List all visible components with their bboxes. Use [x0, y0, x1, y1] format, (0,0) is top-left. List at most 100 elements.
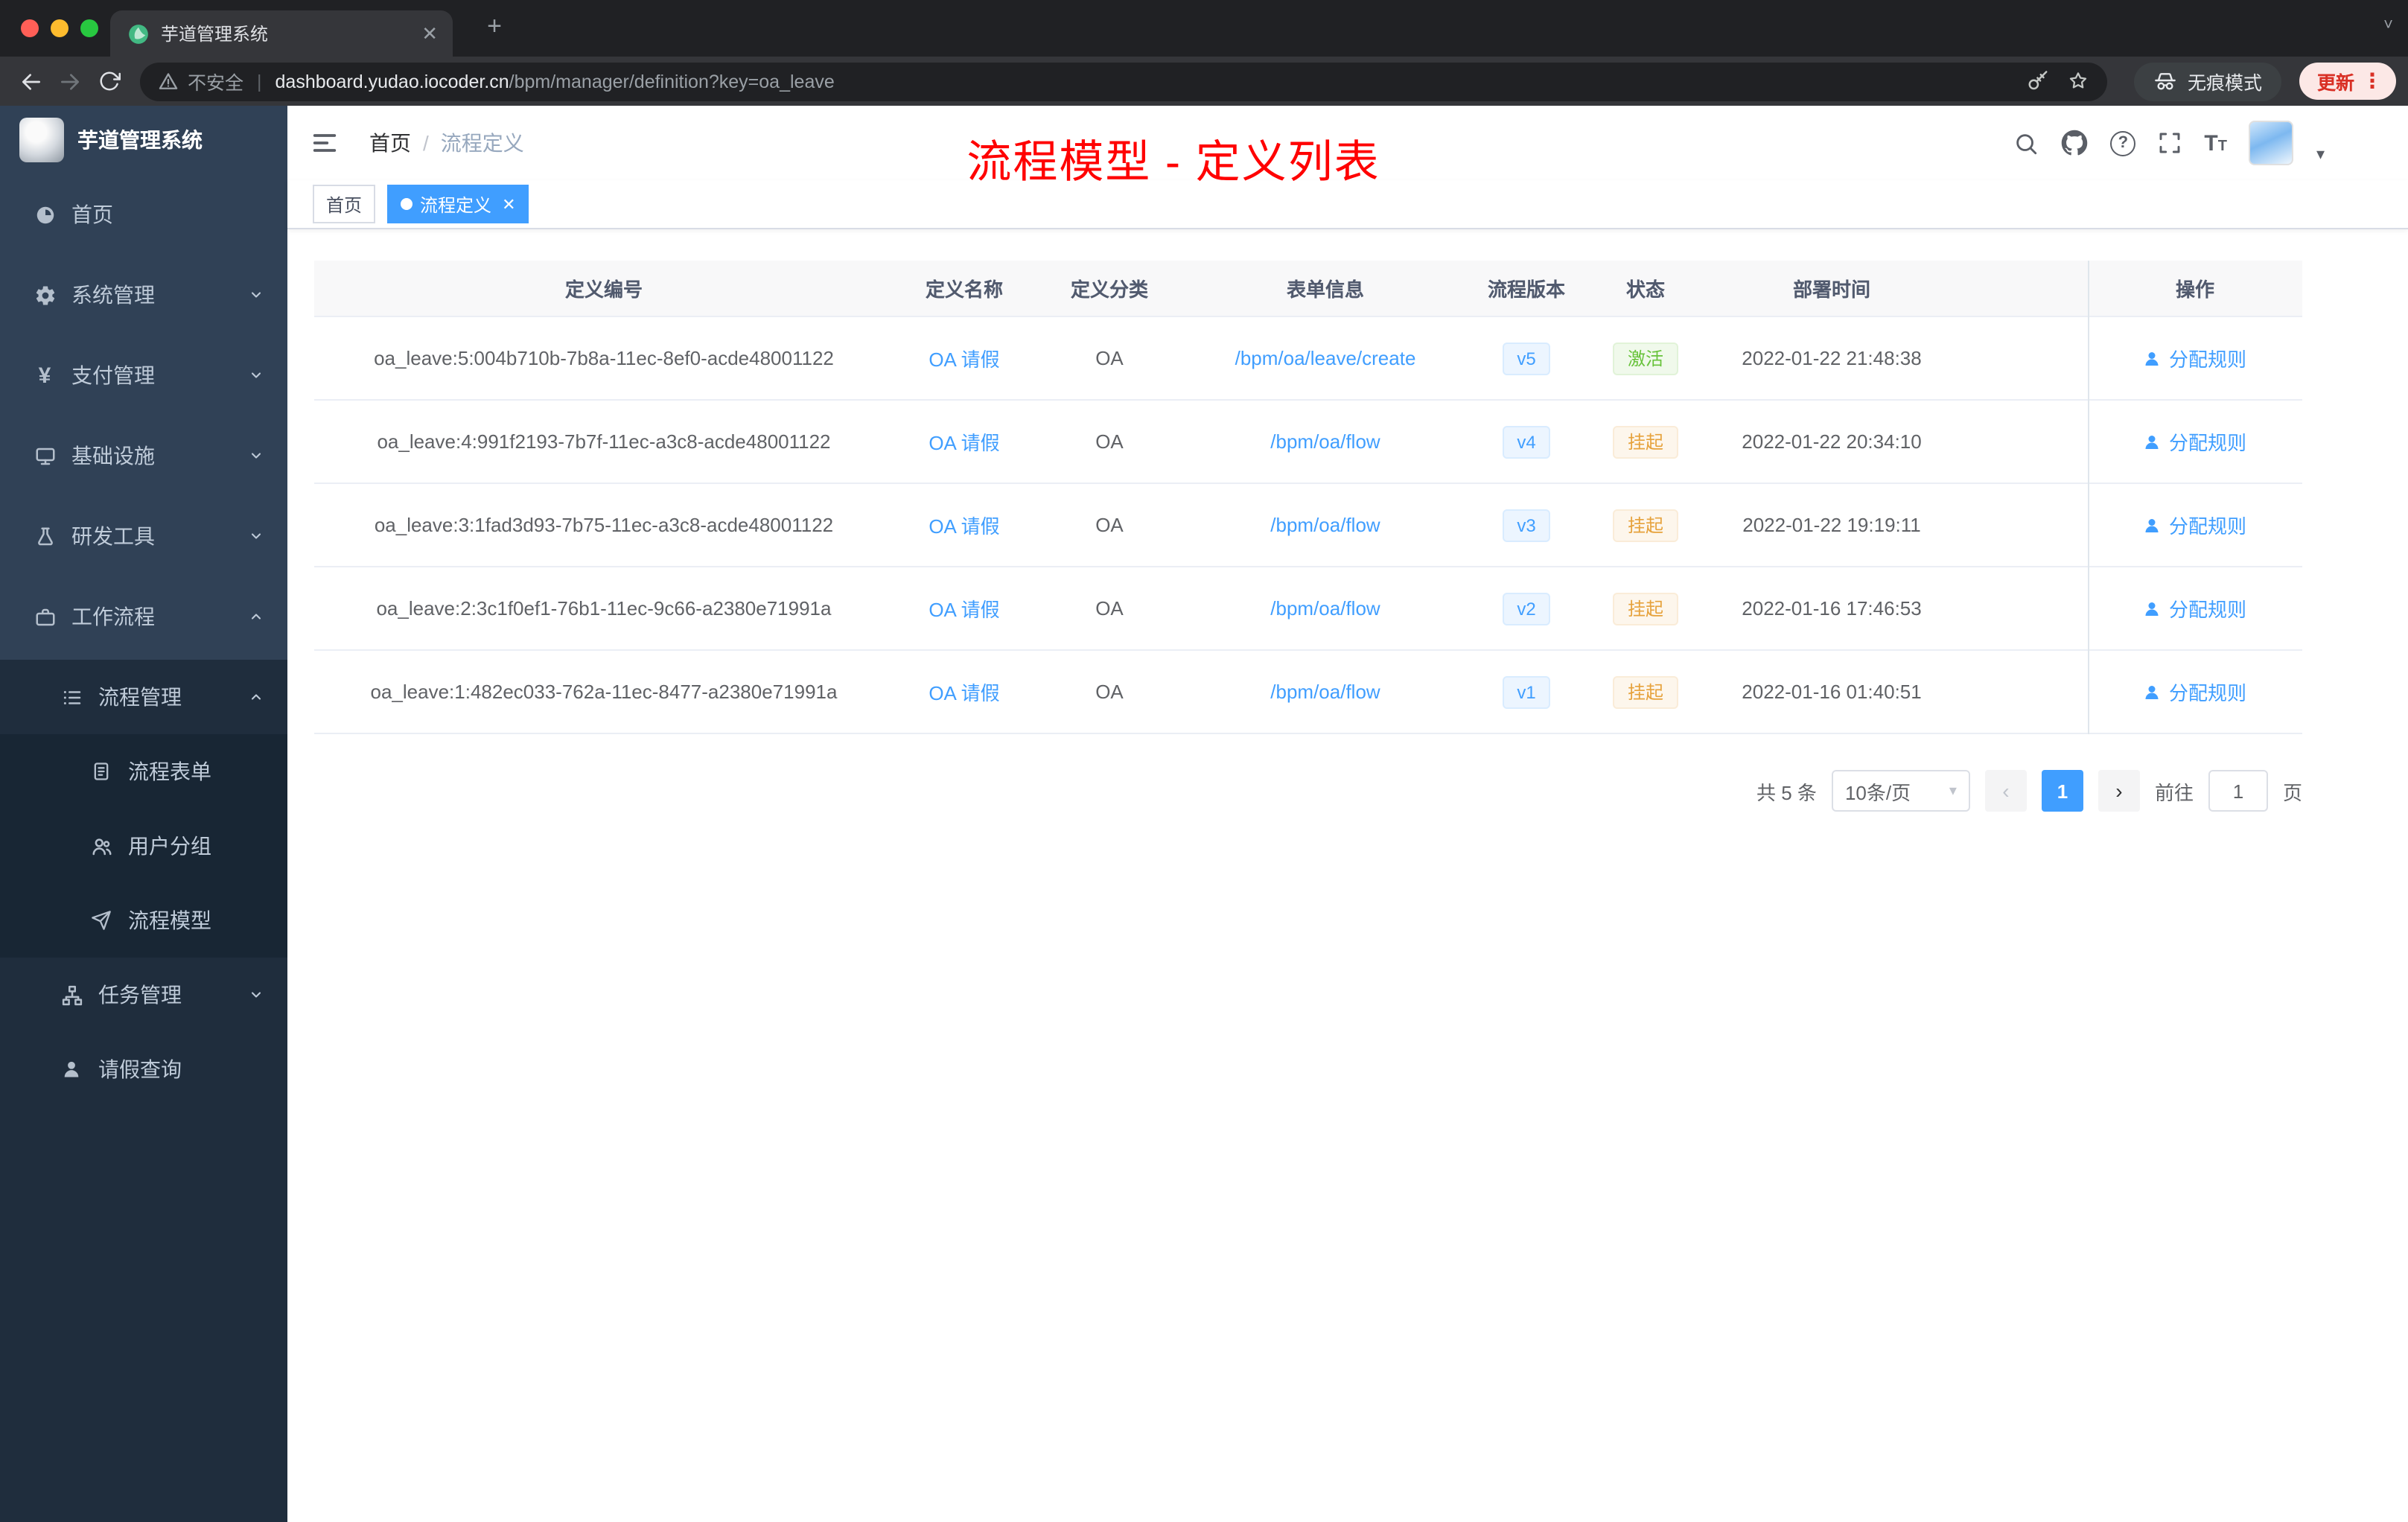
back-button[interactable] [12, 62, 51, 101]
avatar-caret-down-icon[interactable]: ▾ [2316, 144, 2325, 163]
assign-rule-label: 分配规则 [2168, 682, 2246, 704]
assign-rule-button[interactable]: 分配规则 [2144, 427, 2246, 456]
form-link[interactable]: /bpm/oa/flow [1270, 681, 1380, 703]
definition-name-link[interactable]: OA 请假 [929, 427, 999, 456]
tag-label: 流程定义 [420, 194, 492, 215]
cell-deploy-time: 2022-01-22 20:34:10 [1742, 430, 1922, 453]
browser-tab[interactable]: 芋道管理系统 ✕ [110, 10, 453, 57]
form-link[interactable]: /bpm/oa/flow [1270, 597, 1380, 620]
sidebar-item-user-group[interactable]: 用户分组 [0, 809, 287, 883]
security-chip-label[interactable]: 不安全 [188, 67, 243, 95]
status-badge: 挂起 [1612, 675, 1678, 708]
sidebar-item-leave-query[interactable]: 请假查询 [0, 1032, 287, 1107]
tab-title: 芋道管理系统 [161, 24, 269, 45]
user-avatar[interactable] [2249, 121, 2294, 165]
form-link[interactable]: /bpm/oa/flow [1270, 514, 1380, 536]
sidebar-item-payment[interactable]: ¥ 支付管理 [0, 335, 287, 415]
briefcase-icon [33, 605, 57, 628]
tag-home[interactable]: 首页 [313, 185, 376, 223]
sidebar-item-process-form[interactable]: 流程表单 [0, 734, 287, 809]
omnibox-separator: | [257, 71, 262, 92]
version-badge: v4 [1502, 425, 1551, 458]
font-size-icon[interactable]: TT [2204, 132, 2227, 154]
page-number-button[interactable]: 1 [2041, 770, 2083, 812]
fullscreen-icon[interactable] [2158, 131, 2182, 155]
tab-search-caret-icon[interactable]: ˅ [2383, 16, 2393, 34]
next-page-button[interactable]: › [2098, 770, 2140, 812]
definition-name-link[interactable]: OA 请假 [929, 511, 999, 539]
help-icon[interactable]: ? [2110, 130, 2136, 156]
chevron-up-icon [249, 609, 264, 624]
tag-close-icon[interactable]: ✕ [502, 194, 515, 214]
cell-spacer [1958, 567, 2088, 649]
assign-rule-button[interactable]: 分配规则 [2144, 511, 2246, 539]
assign-rule-label: 分配规则 [2168, 432, 2246, 454]
bookmark-star-icon[interactable] [2067, 70, 2089, 92]
cell-spacer [1958, 651, 2088, 733]
page-size-select[interactable]: 10条/页 ▾ [1831, 770, 1970, 812]
assign-rule-button[interactable]: 分配规则 [2144, 594, 2246, 623]
github-icon[interactable] [2061, 130, 2088, 156]
reload-button[interactable] [89, 62, 128, 101]
form-link[interactable]: /bpm/oa/leave/create [1235, 347, 1416, 369]
version-badge: v3 [1502, 509, 1551, 541]
definition-name-link[interactable]: OA 请假 [929, 678, 999, 706]
column-header: 定义名称 [925, 278, 1003, 301]
url-path: /bpm/manager/definition?key=oa_leave [509, 71, 835, 92]
person-icon [2146, 351, 2159, 365]
tab-close-icon[interactable]: ✕ [421, 22, 438, 45]
new-tab-button[interactable]: + [477, 12, 512, 42]
password-key-icon[interactable] [2027, 70, 2049, 92]
active-tag-dot [401, 198, 413, 210]
assign-rule-button[interactable]: 分配规则 [2144, 678, 2246, 706]
sidebar-item-devtools[interactable]: 研发工具 [0, 496, 287, 576]
sidebar-item-task-management[interactable]: 任务管理 [0, 958, 287, 1032]
sidebar-item-home[interactable]: 首页 [0, 174, 287, 255]
sidebar-item-system[interactable]: 系统管理 [0, 255, 287, 335]
close-window-button[interactable] [21, 19, 39, 37]
sidebar-item-process-model[interactable]: 流程模型 [0, 883, 287, 958]
minimize-window-button[interactable] [51, 19, 69, 37]
status-badge: 挂起 [1612, 592, 1678, 625]
definition-name-link[interactable]: OA 请假 [929, 594, 999, 623]
main-area: 首页 / 流程定义 流程模型 - 定义列表 ? TT ▾ 首页 流程定义 ✕ 定… [287, 106, 2408, 1522]
prev-page-button[interactable]: ‹ [1984, 770, 2027, 812]
form-link[interactable]: /bpm/oa/flow [1270, 430, 1380, 453]
sidebar-logo[interactable]: 芋道管理系统 [0, 106, 287, 174]
security-warning-icon[interactable] [158, 71, 179, 92]
sidebar-item-workflow[interactable]: 工作流程 [0, 576, 287, 657]
tag-process-definition[interactable]: 流程定义 ✕ [387, 185, 529, 223]
dashboard-icon [33, 203, 57, 226]
definition-name-link[interactable]: OA 请假 [929, 344, 999, 372]
table-header-row: 定义编号 定义名称 定义分类 表单信息 流程版本 状态 部署时间 操作 [314, 261, 2302, 317]
logo-avatar [19, 118, 64, 162]
hamburger-icon[interactable] [310, 127, 343, 159]
app-root: 芋道管理系统 首页 系统管理 ¥ 支付管理 基础设施 研发工具 工作流程 流程管… [0, 106, 2408, 1522]
monitor-icon [33, 444, 57, 468]
cell-deploy-time: 2022-01-22 21:48:38 [1742, 347, 1922, 369]
chevron-down-icon [249, 368, 264, 383]
sidebar-item-process-management[interactable]: 流程管理 [0, 660, 287, 734]
zoom-window-button[interactable] [80, 19, 98, 37]
person-icon [2146, 602, 2159, 615]
forward-button[interactable] [51, 62, 89, 101]
logo-title: 芋道管理系统 [77, 128, 203, 152]
address-bar[interactable]: 不安全 | dashboard.yudao.iocoder.cn/bpm/man… [140, 62, 2107, 101]
cell-category: OA [1095, 347, 1124, 369]
browser-update-button[interactable]: 更新 ⋮ [2299, 63, 2396, 100]
cell-spacer [1958, 484, 2088, 566]
search-icon[interactable] [2013, 130, 2039, 156]
incognito-icon [2155, 72, 2176, 89]
org-tree-icon [60, 983, 83, 1007]
page-jump-input[interactable] [2208, 770, 2268, 812]
assign-rule-button[interactable]: 分配规则 [2144, 344, 2246, 372]
column-header: 操作 [2175, 278, 2214, 301]
select-caret-down-icon: ▾ [1949, 783, 1957, 799]
breadcrumb-home[interactable]: 首页 [369, 128, 411, 158]
sidebar-item-infrastructure[interactable]: 基础设施 [0, 415, 287, 496]
cell-spacer [1958, 317, 2088, 399]
page-url[interactable]: dashboard.yudao.iocoder.cn/bpm/manager/d… [275, 71, 2018, 92]
flask-icon [33, 524, 57, 548]
cell-spacer [1958, 401, 2088, 483]
browser-menu-dots-icon[interactable]: ⋮ [2362, 69, 2383, 94]
